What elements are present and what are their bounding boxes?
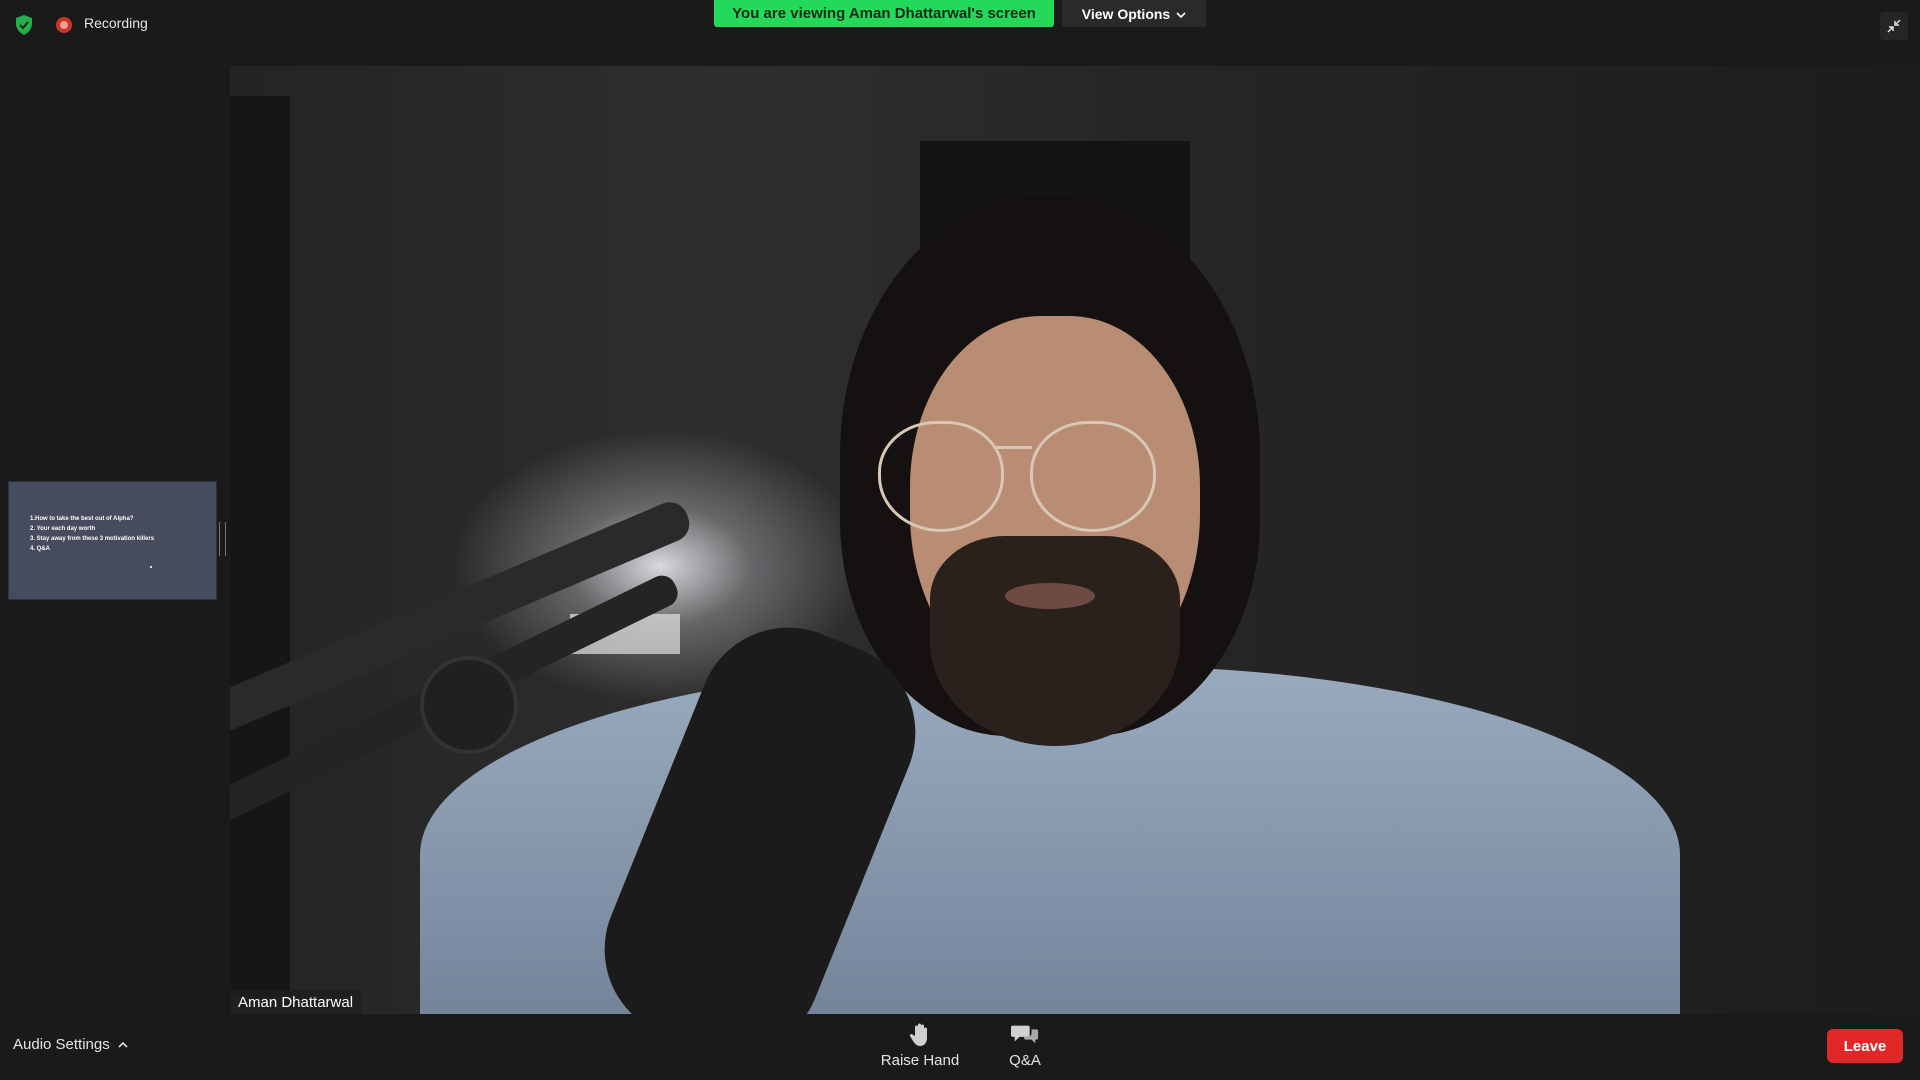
bottom-toolbar: Audio Settings Raise Hand Q&A Leave: [0, 1014, 1920, 1080]
recording-label[interactable]: Recording: [84, 15, 148, 31]
raise-hand-button[interactable]: Raise Hand: [875, 1022, 965, 1076]
video-glasses-left: [878, 421, 1004, 532]
thumbnail-line: 3. Stay away from these 3 motivation kil…: [30, 536, 155, 542]
thumbnail-line: 4. Q&A: [30, 546, 51, 552]
shared-screen-thumbnail[interactable]: 1.How to take the best out of Alpha? 2. …: [8, 481, 217, 600]
video-beard: [930, 536, 1180, 746]
exit-fullscreen-icon[interactable]: [1880, 12, 1908, 40]
raise-hand-label: Raise Hand: [880, 1052, 960, 1069]
view-options-button[interactable]: View Options: [1062, 0, 1206, 27]
hand-icon: [906, 1022, 934, 1048]
audio-settings-label: Audio Settings: [13, 1036, 110, 1053]
chevron-up-icon: [118, 1036, 128, 1053]
video-mic-joint: [420, 656, 518, 754]
thumbnail-agenda: 1.How to take the best out of Alpha? 2. …: [30, 514, 154, 554]
thumbnail-line: 1.How to take the best out of Alpha?: [30, 516, 134, 522]
speaker-video: [230, 66, 1920, 1014]
top-bar: Recording You are viewing Aman Dhattarwa…: [0, 0, 1920, 48]
chevron-down-icon: [1176, 6, 1186, 22]
video-glasses-bridge: [996, 446, 1032, 449]
video-doorframe: [230, 96, 290, 996]
panel-resize-handle[interactable]: [219, 522, 226, 556]
qa-chat-icon: [1011, 1022, 1039, 1048]
view-options-label: View Options: [1081, 5, 1171, 22]
video-glasses-right: [1030, 421, 1156, 532]
speaker-name-tag: Aman Dhattarwal: [230, 990, 362, 1014]
thumbnail-line: 2. Your each day worth: [30, 526, 96, 532]
audio-settings-button[interactable]: Audio Settings: [13, 1036, 128, 1053]
video-mouth: [1005, 583, 1095, 609]
record-dot-icon[interactable]: [55, 16, 73, 34]
meeting-window: Recording You are viewing Aman Dhattarwa…: [0, 0, 1920, 1080]
leave-button[interactable]: Leave: [1827, 1029, 1903, 1063]
thumbnail-cursor: [150, 566, 152, 568]
shield-check-icon[interactable]: [14, 14, 34, 36]
screen-share-banner: You are viewing Aman Dhattarwal's screen: [714, 0, 1054, 27]
qa-button[interactable]: Q&A: [980, 1022, 1070, 1076]
qa-label: Q&A: [1009, 1052, 1041, 1069]
